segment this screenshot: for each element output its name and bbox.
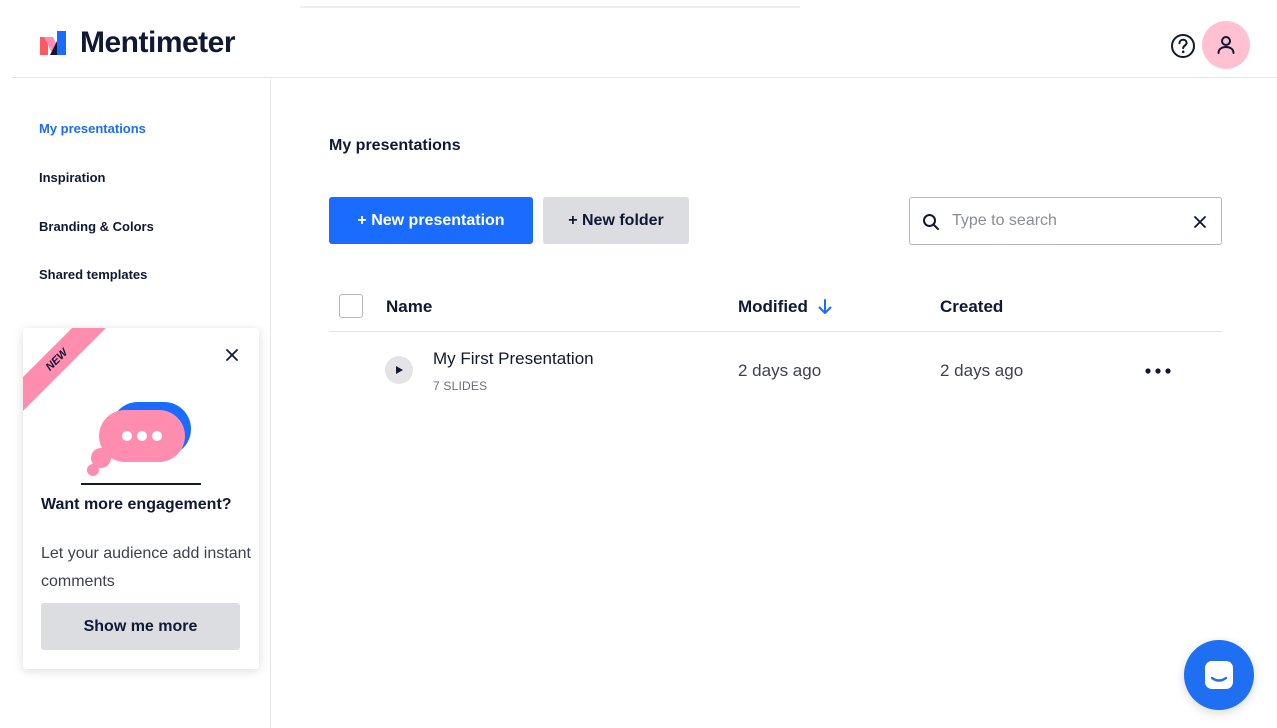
promo-description: Let your audience add instant comments [41,545,251,590]
help-button[interactable] [1168,31,1198,61]
ribbon-label: NEW [43,346,71,374]
show-me-more-button[interactable]: Show me more [41,603,240,650]
table-row[interactable]: My First Presentation 7 SLIDES 2 days ag… [329,333,1222,407]
chat-launcher-button[interactable] [1184,640,1254,710]
play-icon [396,366,403,374]
brand-logo[interactable]: Mentimeter [40,26,236,60]
page-title: My presentations [329,137,461,154]
sort-down-arrow-icon [818,299,832,314]
logo-icon [40,31,66,55]
search-icon [923,214,939,230]
brand-name: Mentimeter [80,26,236,59]
user-avatar[interactable] [1202,21,1250,69]
promo-title: Want more engagement? [41,496,232,513]
column-created[interactable]: Created [940,297,1003,317]
sidebar-item-inspiration[interactable]: Inspiration [39,170,105,185]
table-header: Name Modified Created [329,283,1222,332]
play-button[interactable] [385,356,413,384]
sidebar-item-branding-colors[interactable]: Branding & Colors [39,219,154,234]
created-date: 2 days ago [940,361,1024,380]
app-header: Mentimeter [12,10,1277,78]
search-box [909,197,1222,245]
search-input[interactable] [952,208,1172,234]
promo-card: NEW Want more engagement? Let your audie… [23,328,259,669]
select-all-checkbox[interactable] [339,294,363,318]
speech-bubble-illustration [81,402,201,485]
more-options-button[interactable] [1141,359,1175,383]
presentation-name[interactable]: My First Presentation [433,349,594,369]
sidebar-item-shared-templates[interactable]: Shared templates [39,267,147,282]
top-divider [300,6,800,8]
chat-icon [1205,661,1233,689]
modified-date: 2 days ago [738,361,822,380]
new-folder-button[interactable]: + New folder [543,197,689,244]
sidebar-item-my-presentations[interactable]: My presentations [39,121,146,136]
close-icon[interactable] [223,346,241,364]
new-presentation-button[interactable]: + New presentation [329,197,533,244]
slide-count: 7 SLIDES [433,379,488,393]
column-modified[interactable]: Modified [738,297,834,317]
help-icon [1171,34,1195,58]
column-modified-label: Modified [738,297,808,316]
more-icon [1145,368,1171,374]
user-icon [1217,36,1235,54]
clear-icon[interactable] [1192,214,1208,230]
column-name[interactable]: Name [386,297,432,317]
